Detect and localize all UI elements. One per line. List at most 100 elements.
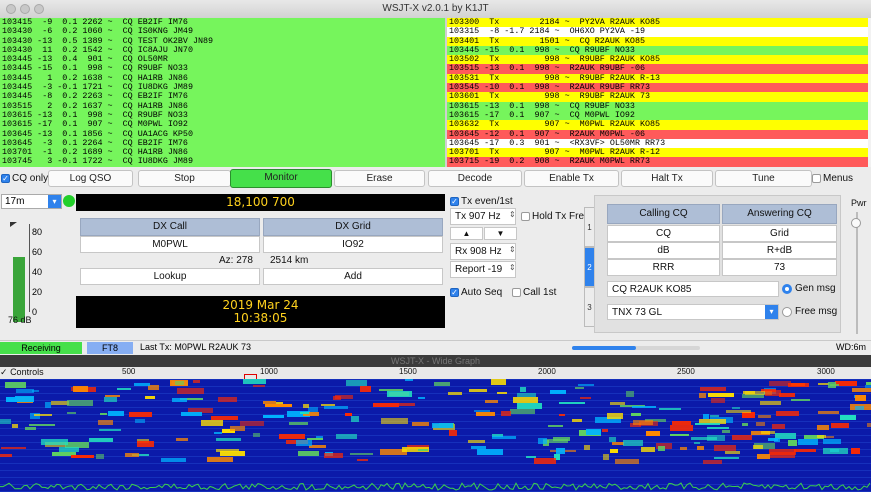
waterfall-signal [145,396,155,399]
rx-freq-spinbox[interactable]: Rx 908 Hz [450,243,516,260]
last-tx-label: Last Tx: M0PWL R2AUK 73 [140,342,252,352]
add-button[interactable]: Add [263,268,443,285]
dx-call-input[interactable]: M0PWL [80,236,260,253]
log-qso-button[interactable]: Log QSO [48,170,133,187]
waterfall-signal [201,420,223,426]
waterfall-signal [104,397,117,402]
waterfall-signal [817,425,829,430]
waterfall-signal [610,449,618,453]
answering-cq-header: Answering CQ [722,204,837,224]
waterfall-signal [387,391,412,397]
pwr-slider-track[interactable] [856,212,858,334]
spin-arrows-icon[interactable]: ⇕ [509,263,516,272]
rrr-button[interactable]: RRR [607,259,720,276]
waterfall-signal [193,380,200,383]
lookup-button[interactable]: Lookup [80,268,260,285]
waterfall-signal [788,440,797,446]
waterfall-signal [207,457,233,462]
waterfall-canvas[interactable] [0,379,871,492]
gen-msg-radio[interactable] [782,284,792,294]
waterfall-signal [779,393,795,397]
tx-to-rx-arrow-button[interactable]: ▲ [450,227,483,240]
waterfall-signal [761,431,775,434]
enable-tx-button[interactable]: Enable Tx [524,170,619,187]
waterfall-row [0,470,871,471]
waterfall-signal [279,434,305,439]
band-select[interactable]: 17m ▾ [1,194,62,209]
grid-button[interactable]: Grid [722,225,837,242]
cq-button[interactable]: CQ [607,225,720,242]
waterfall-signal [855,395,866,401]
waterfall-signal [753,445,763,449]
meter-tick-label: 80 [32,227,43,237]
controls-toggle[interactable]: ✓ Controls [0,367,44,378]
waterfall-signal [161,458,186,462]
rx-frequency-pane[interactable]: 103300 Tx 2184 ~ PY2VA R2AUK KO85 103315 … [447,18,868,167]
hold-tx-freq-checkbox[interactable] [521,212,530,221]
waterfall-signal [769,449,796,455]
signal-meter: 80 60 40 20 0 [8,222,58,322]
r-db-button[interactable]: R+dB [722,242,837,259]
time-text: 10:38:05 [233,311,288,325]
meter-tick-label: 20 [32,287,43,297]
waterfall-signal [399,403,415,406]
waterfall-signal [336,434,357,439]
waterfall-signal [534,458,556,464]
mode-badge: FT8 [87,342,133,354]
report-spinbox[interactable]: Report -19 [450,261,516,278]
cq-only-checkbox[interactable]: ✓ [1,174,10,183]
halt-tx-button[interactable]: Halt Tx [621,170,713,187]
waterfall-signal [556,448,565,454]
free-msg-combo[interactable]: TNX 73 GL ▾ [607,304,779,320]
chevron-down-icon: ▾ [765,305,778,319]
waterfall-signal [45,402,51,408]
stop-button[interactable]: Stop [138,170,231,187]
menus-label: Menus [823,173,854,184]
rig-status-led[interactable] [63,195,75,207]
db-button[interactable]: dB [607,242,720,259]
meter-tick-label: 40 [32,267,43,277]
waterfall-signal [726,410,751,413]
waterfall-signal [632,406,656,408]
waterfall-signal [379,389,403,391]
spin-arrows-icon[interactable]: ⇕ [509,210,516,219]
gen-msg-input[interactable]: CQ R2AUK KO85 [607,281,779,297]
monitor-button[interactable]: Monitor [230,169,332,188]
auto-seq-checkbox[interactable]: ✓ [450,288,459,297]
waterfall-row [0,400,871,401]
call-1st-checkbox[interactable] [512,288,521,297]
waterfall-signal [324,406,348,409]
pwr-slider-handle[interactable] [851,218,861,228]
spin-arrows-icon[interactable]: ⇕ [509,245,516,254]
up-arrow-icon: ▲ [462,229,471,238]
rx-to-tx-arrow-button[interactable]: ▼ [484,227,517,240]
waterfall-row [0,386,871,387]
waterfall-signal [626,391,634,397]
waterfall-signal [296,440,312,446]
tune-button[interactable]: Tune [715,170,812,187]
waterfall-signal [550,390,566,394]
waterfall-signal [631,413,641,416]
dx-grid-input[interactable]: IO92 [263,236,443,253]
decode-button[interactable]: Decode [428,170,522,187]
waterfall-signal [471,446,486,449]
tx-freq-spinbox[interactable]: Tx 907 Hz [450,208,516,225]
waterfall-signal [742,423,748,426]
waterfall-row [0,477,871,478]
free-msg-radio[interactable] [782,307,792,317]
seventy-three-button[interactable]: 73 [722,259,837,276]
menus-checkbox[interactable] [812,174,821,183]
tx-even-checkbox[interactable]: ✓ [450,197,459,206]
waterfall-signal [646,431,660,436]
waterfall-signal [823,439,841,444]
waterfall-signal [866,382,871,385]
pane-splitter[interactable] [445,18,447,167]
waterfall-signal [794,449,816,452]
erase-button[interactable]: Erase [334,170,425,187]
waterfall-signal [468,440,485,443]
waterfall-signal [300,412,309,414]
band-activity-pane[interactable]: 103415 -9 0.1 2262 ~ CQ EB2IF IM76 103430… [0,18,445,167]
meter-tick-label: 60 [32,247,43,257]
waterfall-signal [0,419,11,424]
waterfall-signal [603,454,609,460]
